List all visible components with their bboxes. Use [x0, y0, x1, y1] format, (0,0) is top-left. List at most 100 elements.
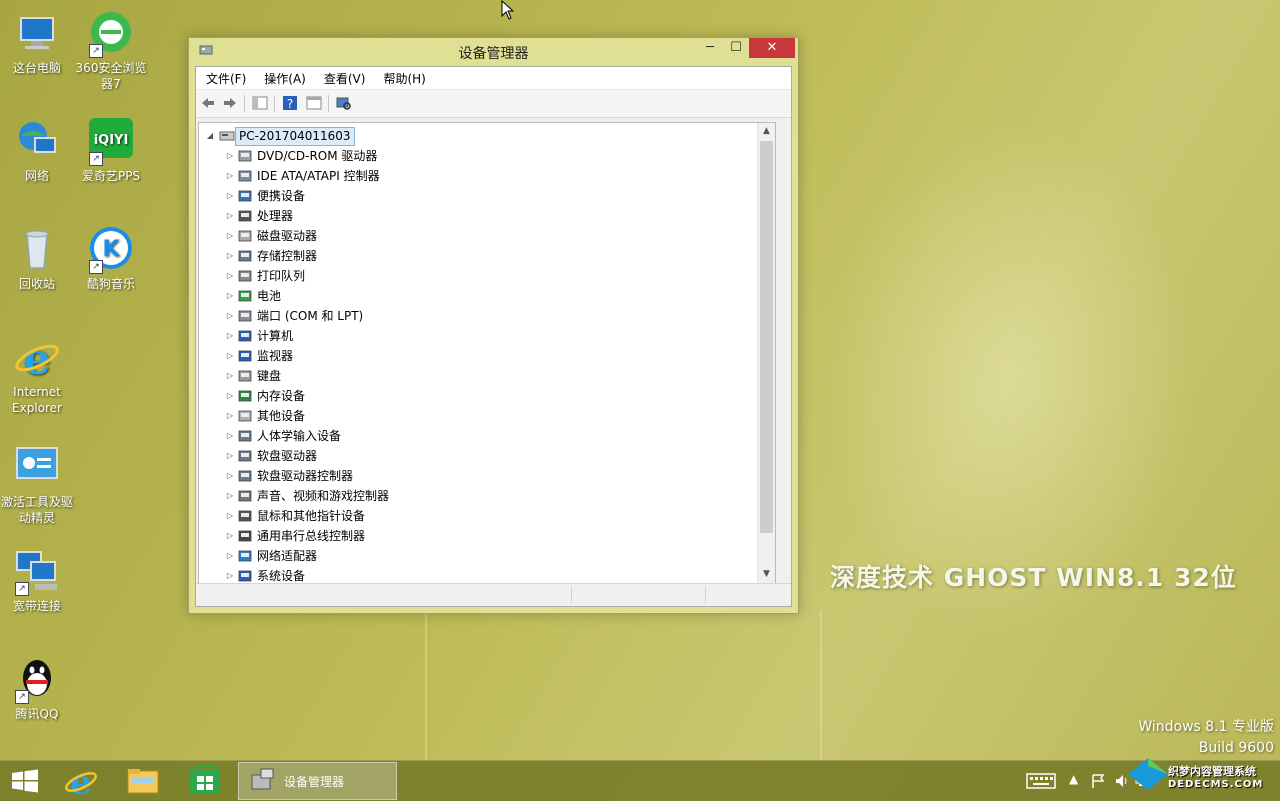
device-category-row[interactable]: ▷ 电池 — [225, 286, 525, 306]
status-divider — [571, 587, 572, 603]
show-hide-tree-icon[interactable] — [252, 95, 268, 111]
menu-file[interactable]: 文件(F) — [196, 67, 254, 87]
printer-icon — [238, 270, 252, 282]
taskbar-file-explorer-icon[interactable] — [114, 761, 172, 801]
device-category-row[interactable]: ▷ 处理器 — [225, 206, 525, 226]
scroll-down-arrow-icon[interactable]: ▼ — [758, 566, 775, 583]
tree-root-label[interactable]: PC-201704011603 — [235, 127, 355, 146]
device-category-row[interactable]: ▷ 端口 (COM 和 LPT) — [225, 306, 525, 326]
expand-arrow-icon[interactable]: ▷ — [225, 306, 235, 326]
desktop-icon-tools[interactable]: 激活工具及驱动精灵 — [1, 444, 73, 526]
tree-root[interactable]: ◢ PC-201704011603 — [205, 126, 405, 146]
device-category-row[interactable]: ▷ 存储控制器 — [225, 246, 525, 266]
device-category-row[interactable]: ▷ 其他设备 — [225, 406, 525, 426]
desktop-icon-iqiyi[interactable]: iQIYI ↗ 爱奇艺PPS — [75, 118, 147, 184]
device-category-row[interactable]: ▷ IDE ATA/ATAPI 控制器 — [225, 166, 525, 186]
expand-arrow-icon[interactable]: ▷ — [225, 266, 235, 286]
device-category-row[interactable]: ▷ DVD/CD-ROM 驱动器 — [225, 146, 525, 166]
expand-arrow-icon[interactable]: ▷ — [225, 566, 235, 583]
desktop-icon-internet-explorer[interactable]: e Internet Explorer — [1, 334, 73, 416]
device-category-row[interactable]: ▷ 声音、视频和游戏控制器 — [225, 486, 525, 506]
desktop-icon-label: 360安全浏览器7 — [75, 61, 147, 91]
other-device-icon — [238, 410, 252, 422]
scroll-up-arrow-icon[interactable]: ▲ — [758, 123, 775, 140]
expand-arrow-icon[interactable]: ▷ — [225, 386, 235, 406]
desktop-icon-kugou[interactable]: K ↗ 酷狗音乐 — [75, 226, 147, 292]
expand-arrow-icon[interactable]: ▷ — [225, 546, 235, 566]
watermark-text: 深度技术 GHOST WIN8.1 32位 — [830, 563, 1237, 592]
expand-arrow-icon[interactable]: ▷ — [225, 246, 235, 266]
expand-arrow-icon[interactable]: ▷ — [225, 426, 235, 446]
expand-arrow-icon[interactable]: ▷ — [225, 506, 235, 526]
toolbar-separator — [244, 95, 245, 112]
device-category-label: 电池 — [257, 289, 282, 303]
forward-arrow-icon[interactable] — [222, 95, 238, 111]
expand-arrow-icon[interactable]: ▷ — [225, 146, 235, 166]
device-category-row[interactable]: ▷ 系统设备 — [225, 566, 525, 583]
desktop-icon-this-pc[interactable]: 这台电脑 — [1, 10, 73, 76]
expand-arrow-icon[interactable]: ▷ — [225, 466, 235, 486]
shortcut-arrow-icon: ↗ — [15, 690, 29, 704]
desktop-icon-network[interactable]: 网络 — [1, 118, 73, 184]
keyboard-icon[interactable] — [1026, 773, 1056, 789]
site-logo-windows-icon — [1128, 758, 1168, 790]
status-divider — [705, 587, 706, 603]
taskbar-device-manager-button[interactable]: 设备管理器 — [238, 762, 397, 800]
taskbar-ie-icon[interactable]: e — [52, 761, 110, 801]
mouse-icon — [238, 510, 252, 522]
device-category-row[interactable]: ▷ 内存设备 — [225, 386, 525, 406]
maximize-button[interactable]: ☐ — [723, 38, 749, 58]
taskbar-store-icon[interactable] — [176, 761, 234, 801]
device-category-row[interactable]: ▷ 磁盘驱动器 — [225, 226, 525, 246]
window-titlebar[interactable]: 设备管理器 ─ ☐ ✕ — [189, 38, 798, 65]
device-category-row[interactable]: ▷ 打印队列 — [225, 266, 525, 286]
computer-icon — [219, 131, 235, 141]
expand-arrow-icon[interactable]: ▷ — [225, 326, 235, 346]
back-arrow-icon[interactable] — [200, 95, 216, 111]
device-category-row[interactable]: ▷ 键盘 — [225, 366, 525, 386]
expand-arrow-icon[interactable]: ▷ — [225, 226, 235, 246]
device-category-label: 内存设备 — [257, 389, 306, 403]
desktop-icon-qq[interactable]: ↗ 腾讯QQ — [1, 656, 73, 722]
collapse-arrow-icon[interactable]: ◢ — [205, 126, 215, 146]
scan-hardware-icon[interactable] — [336, 95, 352, 111]
action-center-flag-icon[interactable] — [1090, 773, 1106, 789]
device-category-row[interactable]: ▷ 监视器 — [225, 346, 525, 366]
expand-arrow-icon[interactable]: ▷ — [225, 406, 235, 426]
help-icon[interactable]: ? — [282, 95, 298, 111]
device-category-row[interactable]: ▷ 软盘驱动器控制器 — [225, 466, 525, 486]
device-category-row[interactable]: ▷ 计算机 — [225, 326, 525, 346]
device-category-row[interactable]: ▷ 便携设备 — [225, 186, 525, 206]
menu-view[interactable]: 查看(V) — [314, 67, 374, 87]
expand-arrow-icon[interactable]: ▷ — [225, 366, 235, 386]
desktop-icon-360-browser[interactable]: ↗ 360安全浏览器7 — [75, 10, 147, 92]
expand-arrow-icon[interactable]: ▷ — [225, 166, 235, 186]
expand-arrow-icon[interactable]: ▷ — [225, 346, 235, 366]
desktop-icon-broadband[interactable]: ↗ 宽带连接 — [1, 548, 73, 614]
device-category-row[interactable]: ▷ 鼠标和其他指针设备 — [225, 506, 525, 526]
desktop-icon-recycle-bin[interactable]: 回收站 — [1, 226, 73, 292]
expand-arrow-icon[interactable]: ▷ — [225, 206, 235, 226]
device-category-row[interactable]: ▷ 人体学输入设备 — [225, 426, 525, 446]
device-category-row[interactable]: ▷ 通用串行总线控制器 — [225, 526, 525, 546]
expand-arrow-icon[interactable]: ▷ — [225, 186, 235, 206]
device-category-row[interactable]: ▷ 软盘驱动器 — [225, 446, 525, 466]
start-windows-icon[interactable] — [0, 761, 58, 801]
menu-help[interactable]: 帮助(H) — [373, 67, 433, 87]
svg-text:iQIYI: iQIYI — [94, 133, 129, 148]
scrollbar-thumb[interactable] — [760, 141, 773, 533]
properties-icon[interactable] — [306, 95, 322, 111]
show-hidden-icons-arrow-icon[interactable]: ▲ — [1069, 772, 1078, 786]
expand-arrow-icon[interactable]: ▷ — [225, 286, 235, 306]
menu-action[interactable]: 操作(A) — [254, 67, 314, 87]
expand-arrow-icon[interactable]: ▷ — [225, 486, 235, 506]
close-button[interactable]: ✕ — [749, 38, 795, 58]
expand-arrow-icon[interactable]: ▷ — [225, 526, 235, 546]
desktop-icon-label: 爱奇艺PPS — [81, 169, 141, 183]
device-category-row[interactable]: ▷ 网络适配器 — [225, 546, 525, 566]
vertical-scrollbar[interactable]: ▲ ▼ — [757, 123, 775, 583]
device-category-label: 端口 (COM 和 LPT) — [257, 309, 364, 323]
expand-arrow-icon[interactable]: ▷ — [225, 446, 235, 466]
minimize-button[interactable]: ─ — [697, 38, 723, 58]
device-category-label: 其他设备 — [257, 409, 306, 423]
